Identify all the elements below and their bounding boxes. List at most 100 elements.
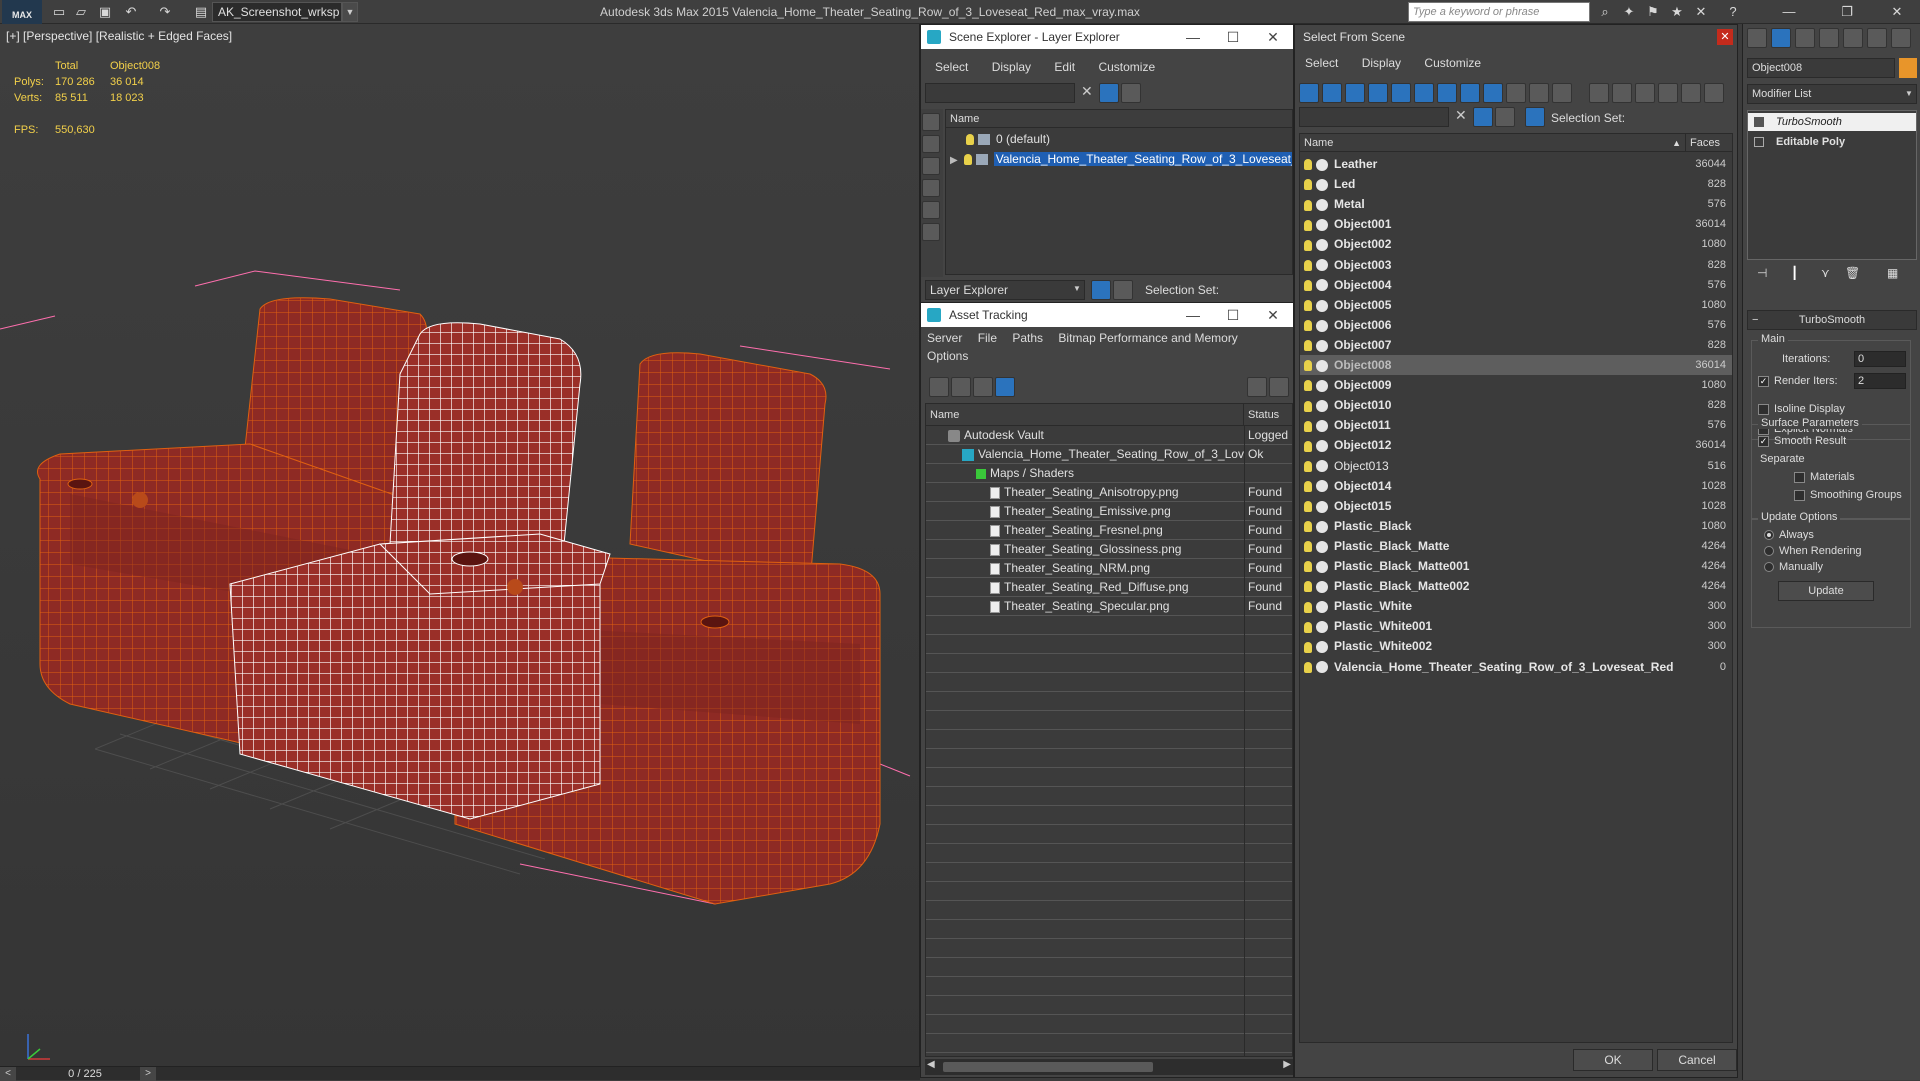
subscription-icon[interactable]: ⚑ [1644, 3, 1662, 20]
asset-row[interactable]: Theater_Seating_NRM.png Found [926, 559, 1292, 578]
minimize-icon[interactable]: — [1173, 25, 1213, 49]
thumbnail-view-icon[interactable] [973, 377, 993, 397]
close-icon[interactable]: ✕ [1253, 25, 1293, 49]
lightbulb-icon[interactable] [1304, 641, 1312, 653]
filter-icon[interactable] [1473, 107, 1493, 127]
col-name[interactable]: Name ▲ [1300, 134, 1686, 152]
collapse-all-icon[interactable] [1704, 83, 1724, 103]
scene-explorer-titlebar[interactable]: Scene Explorer - Layer Explorer — ☐ ✕ [921, 25, 1293, 49]
update-button[interactable]: Update [1778, 581, 1874, 601]
object-row[interactable]: Object006 576 [1300, 315, 1732, 335]
modifier-list-dropdown[interactable]: Modifier List [1747, 84, 1917, 104]
menu-edit[interactable]: Edit [1044, 55, 1085, 79]
select-none-icon[interactable] [1612, 83, 1632, 103]
display-groups-icon[interactable] [1437, 83, 1457, 103]
dropdown-arrow-icon[interactable]: ▼ [1905, 89, 1913, 98]
lightbulb-icon[interactable] [1754, 117, 1764, 128]
display-helpers-icon[interactable] [922, 201, 940, 219]
search-input[interactable]: Type a keyword or phrase [1408, 2, 1590, 22]
maximize-icon[interactable]: ☐ [1213, 303, 1253, 327]
object-row[interactable]: Plastic_White002 300 [1300, 636, 1732, 656]
modify-tab-icon[interactable] [1771, 28, 1791, 48]
select-invert-icon[interactable] [1635, 83, 1655, 103]
render-iters-spinner[interactable]: 2 [1854, 373, 1906, 389]
select-all-icon[interactable] [1589, 83, 1609, 103]
collapse-minus-icon[interactable]: − [1752, 311, 1758, 329]
menu-select[interactable]: Select [1295, 51, 1348, 75]
lightbulb-icon[interactable] [1304, 219, 1312, 231]
lightbulb-icon[interactable] [963, 154, 972, 166]
motion-tab-icon[interactable] [1819, 28, 1839, 48]
lightbulb-icon[interactable] [1304, 440, 1312, 452]
lightbulb-icon[interactable] [1304, 601, 1312, 613]
open-icon[interactable]: ▱ [72, 3, 90, 20]
isoline-display-checkbox[interactable]: Isoline Display [1758, 403, 1845, 415]
next-frame-button[interactable]: > [140, 1067, 156, 1081]
explorer-type-dropdown[interactable]: Layer Explorer [925, 280, 1085, 300]
close-x-icon[interactable]: ✕ [1692, 3, 1710, 20]
utilities-tab-icon[interactable] [1867, 28, 1887, 48]
object-row[interactable]: Object003 828 [1300, 255, 1732, 275]
ok-button[interactable]: OK [1573, 1049, 1653, 1071]
lightbulb-icon[interactable] [1304, 239, 1312, 251]
object-row[interactable]: Object009 1080 [1300, 375, 1732, 395]
asset-col-status[interactable]: Status [1244, 404, 1292, 426]
asset-row[interactable]: Theater_Seating_Emissive.png Found [926, 502, 1292, 521]
table-view-icon[interactable] [995, 377, 1015, 397]
lightbulb-icon[interactable] [1304, 420, 1312, 432]
minimize-icon[interactable]: — [1780, 3, 1798, 20]
object-row[interactable]: Plastic_Black_Matte001 4264 [1300, 556, 1732, 576]
stack-item-editable-poly[interactable]: Editable Poly [1748, 133, 1916, 151]
scene-explorer-search-input[interactable] [925, 83, 1075, 103]
menu-display[interactable]: Display [1352, 51, 1411, 75]
scroll-right-icon[interactable]: ▶ [1283, 1059, 1291, 1070]
display-geometry-icon[interactable] [922, 113, 940, 131]
object-row[interactable]: Object014 1028 [1300, 476, 1732, 496]
redo-icon[interactable]: ↷ [156, 3, 174, 20]
asset-row[interactable]: Theater_Seating_Red_Diffuse.png Found [926, 578, 1292, 597]
lightbulb-icon[interactable] [1304, 501, 1312, 513]
workspace-dropdown-arrow-icon[interactable]: ▼ [342, 2, 358, 22]
cancel-button[interactable]: Cancel [1657, 1049, 1737, 1071]
object-row[interactable]: Object004 576 [1300, 275, 1732, 295]
perspective-viewport[interactable]: [+] [Perspective] [Realistic + Edged Fac… [0, 24, 920, 1066]
clear-search-icon[interactable]: ✕ [1081, 83, 1093, 100]
display-frozen-icon[interactable] [1529, 83, 1549, 103]
asset-row[interactable]: Autodesk Vault Logged [926, 426, 1292, 445]
display-hidden-icon[interactable] [1552, 83, 1572, 103]
lightbulb-icon[interactable] [1304, 179, 1312, 191]
asset-row[interactable]: Theater_Seating_Anisotropy.png Found [926, 483, 1292, 502]
create-tab-icon[interactable] [1747, 28, 1767, 48]
lightbulb-icon[interactable] [1304, 360, 1312, 372]
display-lights-icon[interactable] [922, 157, 940, 175]
lightbulb-icon[interactable] [1304, 279, 1312, 291]
display-helpers-icon[interactable] [1391, 83, 1411, 103]
maximize-icon[interactable]: ☐ [1213, 25, 1253, 49]
object-row[interactable]: Metal 576 [1300, 194, 1732, 214]
remove-modifier-icon[interactable]: 🗑 [1845, 266, 1860, 280]
lightbulb-icon[interactable] [1304, 259, 1312, 271]
display-spacewarps-icon[interactable] [1414, 83, 1434, 103]
asset-horizontal-scrollbar[interactable]: ◀ ▶ [925, 1059, 1293, 1075]
object-row[interactable]: Object013 516 [1300, 456, 1732, 476]
scroll-left-icon[interactable]: ◀ [927, 1059, 935, 1070]
object-row[interactable]: Object001 36014 [1300, 214, 1732, 234]
asset-col-name[interactable]: Name [926, 404, 1244, 426]
settings-tab-icon[interactable] [1891, 28, 1911, 48]
expand-box-icon[interactable] [1754, 137, 1764, 148]
object-row[interactable]: Object005 1080 [1300, 295, 1732, 315]
filter-icon[interactable] [1099, 83, 1119, 103]
display-shapes-icon[interactable] [1322, 83, 1342, 103]
minimize-icon[interactable]: — [1173, 303, 1213, 327]
menu-select[interactable]: Select [921, 55, 978, 79]
layer-col-name[interactable]: Name [946, 110, 1292, 128]
sort-options-icon[interactable] [1681, 83, 1701, 103]
lightbulb-icon[interactable] [1304, 320, 1312, 332]
when-rendering-radio[interactable]: When Rendering [1764, 545, 1862, 557]
lightbulb-icon[interactable] [1304, 480, 1312, 492]
lightbulb-icon[interactable] [1304, 380, 1312, 392]
object-row[interactable]: Object010 828 [1300, 395, 1732, 415]
display-cameras-icon[interactable] [1368, 83, 1388, 103]
render-iters-checkbox[interactable]: ✓ Render Iters: [1758, 375, 1838, 387]
clear-search-icon[interactable]: ✕ [1455, 107, 1467, 124]
